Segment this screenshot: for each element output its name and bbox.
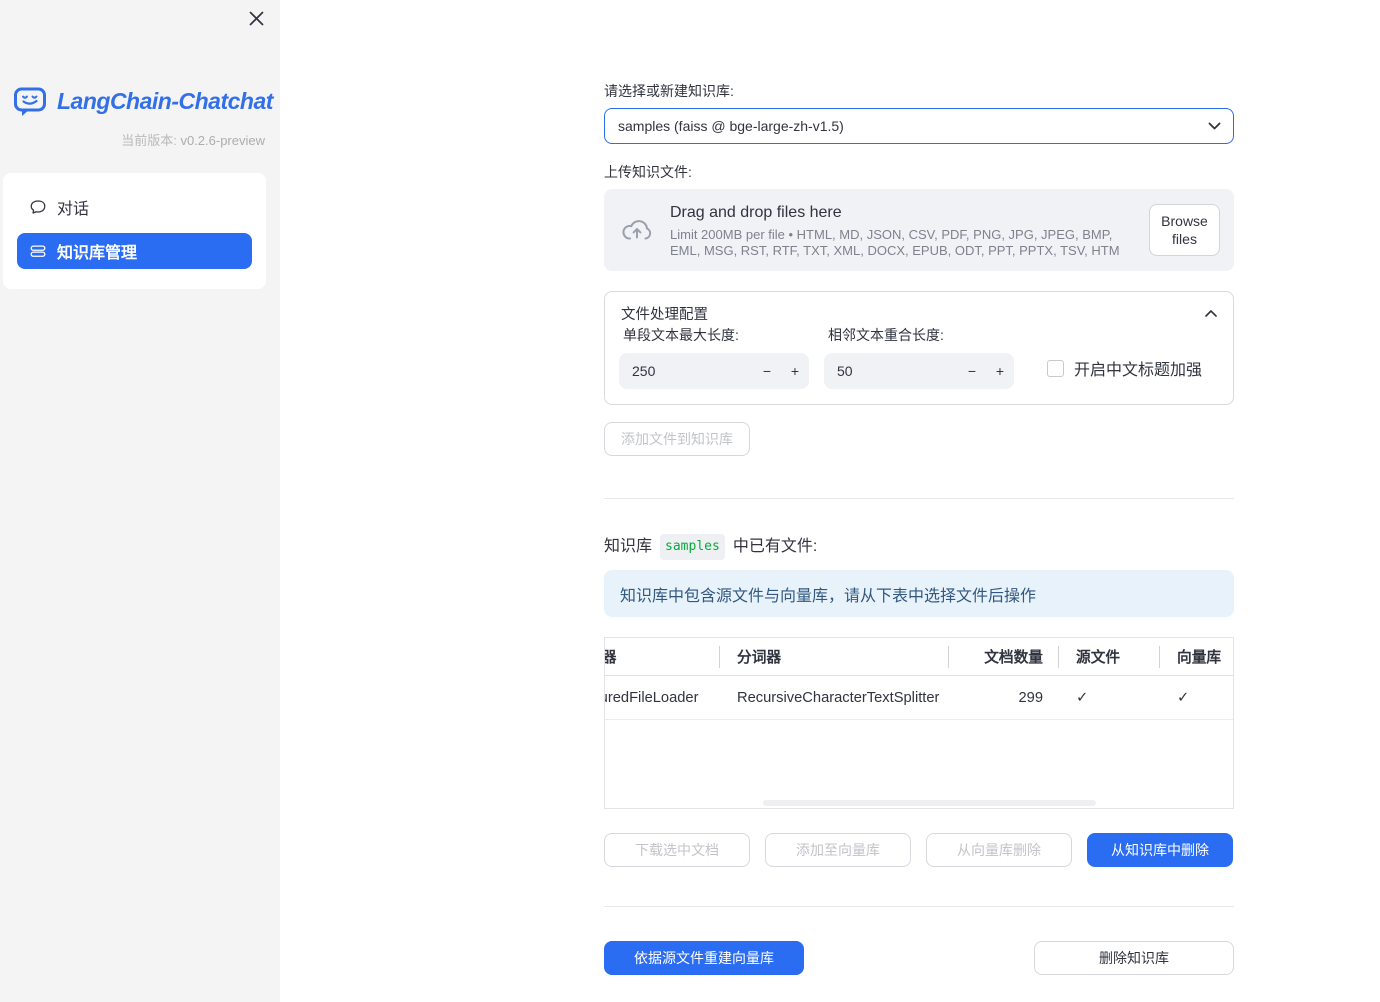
checkbox-box[interactable] [1047, 359, 1064, 377]
chunk-size-label: 单段文本最大长度: [623, 327, 739, 343]
chunk-size-increment-button[interactable]: + [781, 363, 809, 379]
col-header-source-file[interactable]: 源文件 [1058, 638, 1159, 675]
chevron-up-icon [1205, 310, 1217, 317]
overlap-size-group: 相邻文本重合长度: 50 − + [824, 327, 1014, 389]
chevron-down-icon [1208, 122, 1221, 130]
chunk-size-group: 单段文本最大长度: 250 − + [619, 327, 809, 389]
col-header-vector-store[interactable]: 向量库 [1159, 638, 1233, 675]
sidebar-item-dialogue[interactable]: 对话 [17, 189, 252, 225]
kb-select-label: 请选择或新建知识库: [604, 83, 734, 99]
files-table[interactable]: 文档加载器 分词器 文档数量 源文件 向量库 UnstructuredFileL… [604, 637, 1234, 809]
sidebar-close-button[interactable] [246, 8, 266, 28]
table-header-row: 文档加载器 分词器 文档数量 源文件 向量库 [605, 638, 1233, 676]
sidebar-item-label: 对话 [57, 201, 90, 218]
delete-from-kb-button[interactable]: 从知识库中删除 [1087, 833, 1233, 867]
version-label: 当前版本: [121, 133, 177, 148]
main-panel: 请选择或新建知识库: samples (faiss @ bge-large-zh… [280, 0, 1380, 1002]
expander-header[interactable]: 文件处理配置 [605, 292, 1233, 324]
dropzone-limit-text: Limit 200MB per file • HTML, MD, JSON, C… [670, 226, 1120, 258]
kb-files-heading: 知识库 samples 中已有文件: [604, 534, 1234, 560]
cell-doc-count: 299 [1018, 689, 1043, 706]
delete-from-vector-store-button[interactable]: 从向量库删除 [926, 833, 1072, 867]
version-info: 当前版本: v0.2.6-preview [0, 130, 280, 149]
cell-vector-store-check: ✓ [1177, 690, 1190, 706]
kb-name-code: samples [660, 534, 725, 560]
cloud-upload-icon [622, 220, 652, 240]
chunk-size-decrement-button[interactable]: − [753, 363, 781, 379]
divider [604, 906, 1234, 907]
kb-actions-row: 依据源文件重建向量库 删除知识库 [604, 941, 1234, 975]
dropzone-title: Drag and drop files here [670, 203, 842, 221]
file-config-expander: 文件处理配置 单段文本最大长度: 250 − + 相邻文本重合长度: 50 − … [604, 291, 1234, 405]
kb-files-prefix: 知识库 [604, 538, 653, 555]
overlap-size-decrement-button[interactable]: − [958, 363, 986, 379]
expander-title: 文件处理配置 [621, 307, 708, 323]
col-header-loader[interactable]: 文档加载器 [605, 638, 719, 675]
overlap-size-increment-button[interactable]: + [986, 363, 1014, 379]
close-icon [249, 11, 263, 25]
overlap-size-label: 相邻文本重合长度: [828, 327, 944, 343]
download-selected-docs-button[interactable]: 下载选中文档 [604, 833, 750, 867]
logo-chat-icon [14, 87, 46, 116]
sidebar: LangChain-Chatchat 当前版本: v0.2.6-preview … [0, 0, 280, 1002]
col-header-doc-count[interactable]: 文档数量 [948, 638, 1058, 675]
kb-files-suffix: 中已有文件: [732, 538, 818, 555]
table-row[interactable]: UnstructuredFileLoader RecursiveCharacte… [605, 676, 1233, 720]
add-to-vector-store-button[interactable]: 添加至向量库 [765, 833, 911, 867]
col-header-splitter[interactable]: 分词器 [719, 638, 948, 675]
divider [604, 498, 1234, 499]
kb-select-value: samples (faiss @ bge-large-zh-v1.5) [618, 118, 844, 134]
chat-bubble-icon [29, 198, 47, 216]
info-banner: 知识库中包含源文件与向量库，请从下表中选择文件后操作 [604, 570, 1234, 617]
overlap-size-value: 50 [837, 363, 853, 379]
rebuild-vector-store-button[interactable]: 依据源文件重建向量库 [604, 941, 804, 975]
cell-loader: UnstructuredFileLoader [605, 689, 699, 706]
zh-title-enhance-checkbox[interactable]: 开启中文标题加强 [1047, 356, 1202, 380]
dropzone-texts: Drag and drop files here Limit 200MB per… [670, 202, 1133, 259]
checkbox-label: 开启中文标题加强 [1074, 362, 1203, 379]
chunk-size-input[interactable]: 250 − + [619, 353, 809, 389]
kb-list-icon [29, 242, 47, 260]
version-value: v0.2.6-preview [180, 133, 265, 148]
overlap-size-input[interactable]: 50 − + [824, 353, 1014, 389]
add-files-to-kb-button[interactable]: 添加文件到知识库 [604, 422, 750, 456]
upload-label: 上传知识文件: [604, 164, 692, 180]
cell-splitter: RecursiveCharacterTextSplitter [737, 689, 940, 706]
logo-text: LangChain-Chatchat [57, 87, 273, 114]
chunk-size-value: 250 [632, 363, 656, 379]
sidebar-item-kb-management[interactable]: 知识库管理 [17, 233, 252, 269]
delete-kb-button[interactable]: 删除知识库 [1034, 941, 1234, 975]
sidebar-item-label: 知识库管理 [57, 245, 138, 262]
browse-files-button[interactable]: Browse files [1149, 204, 1220, 256]
table-horizontal-scrollbar[interactable] [763, 800, 1096, 806]
app-logo: LangChain-Chatchat [0, 0, 280, 116]
sidebar-menu: 对话 知识库管理 [3, 173, 266, 289]
kb-select[interactable]: samples (faiss @ bge-large-zh-v1.5) [604, 108, 1234, 144]
file-dropzone[interactable]: Drag and drop files here Limit 200MB per… [604, 189, 1234, 271]
cell-source-file-check: ✓ [1076, 690, 1089, 706]
file-actions-row: 下载选中文档 添加至向量库 从向量库删除 从知识库中删除 [604, 833, 1234, 867]
